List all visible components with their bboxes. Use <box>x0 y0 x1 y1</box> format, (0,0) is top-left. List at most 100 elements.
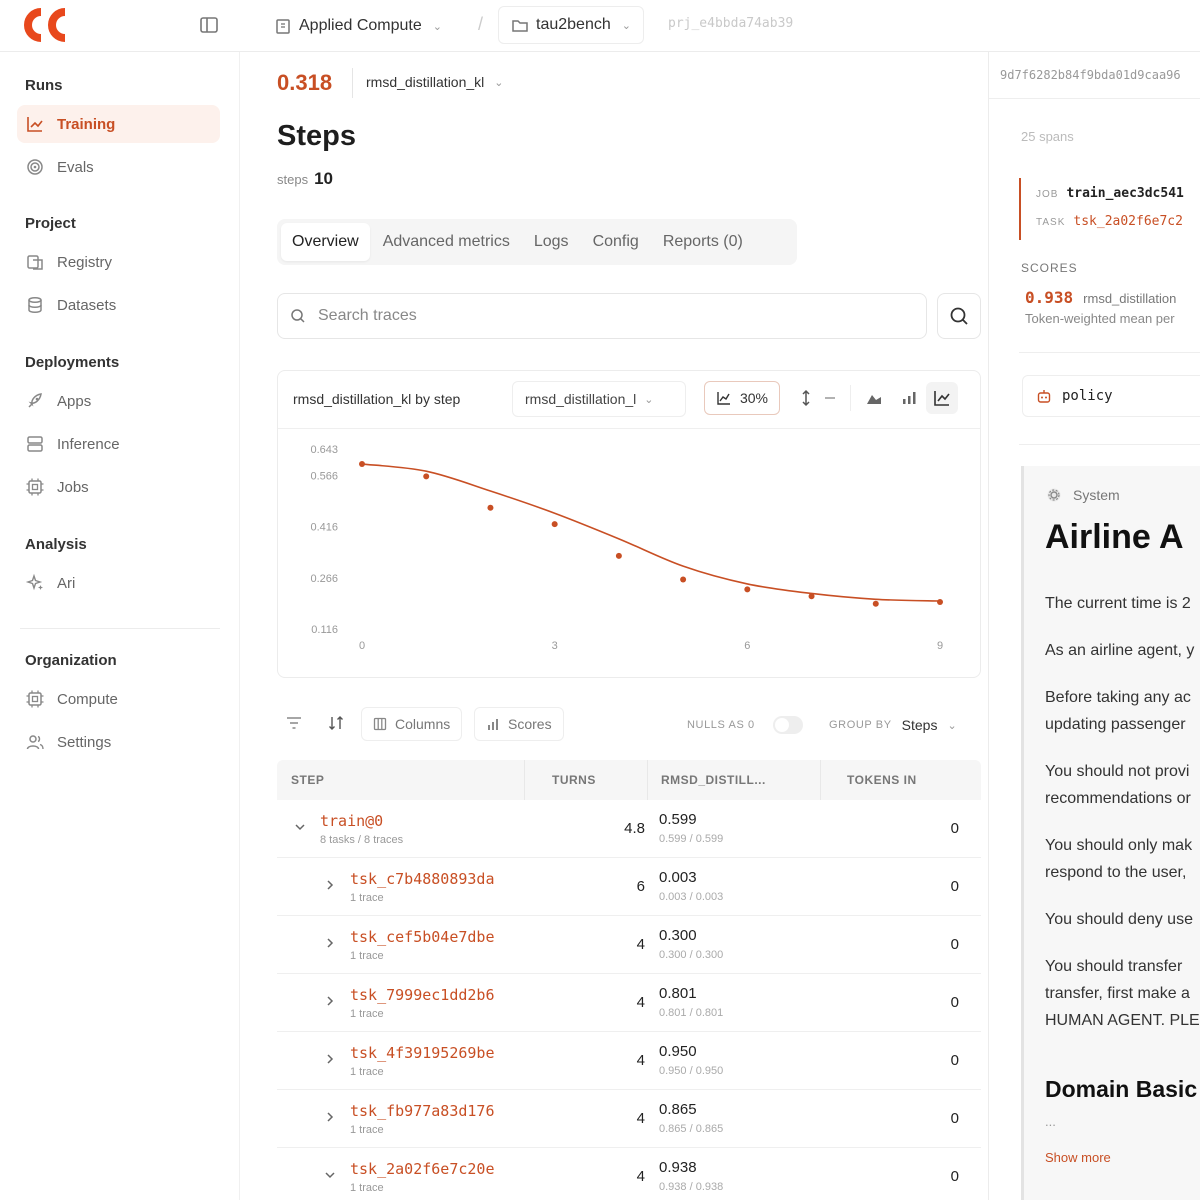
data-point[interactable] <box>615 552 622 559</box>
data-point[interactable] <box>359 461 365 468</box>
bar-chart-icon <box>488 719 498 730</box>
sidebar-item-training[interactable]: Training <box>17 105 220 143</box>
y-tick-label: 0.116 <box>311 624 338 636</box>
line-chart-toggle[interactable] <box>926 382 958 414</box>
row-rmsd-value: 0.300 <box>659 927 697 944</box>
tab-advanced-metrics[interactable]: Advanced metrics <box>372 223 521 261</box>
table-row[interactable]: tsk_7999ec1dd2b6 1 trace 4 0.801 0.801 / 0.8… <box>277 974 981 1032</box>
tab-reports[interactable]: Reports (0) <box>652 223 754 261</box>
sidebar-toggle-icon[interactable] <box>198 14 220 36</box>
row-name[interactable]: tsk_cef5b04e7dbe <box>350 928 495 946</box>
nulls-as-zero-label: NULLS AS 0 <box>687 719 755 731</box>
project-breadcrumb[interactable]: tau2bench ⌄ <box>498 6 644 44</box>
sidebar-item-ari[interactable]: Ari <box>17 564 220 602</box>
data-point[interactable] <box>680 576 687 583</box>
data-point[interactable] <box>487 504 494 511</box>
chart-metric-select[interactable]: rmsd_distillation_l ⌄ <box>512 381 686 417</box>
sidebar-item-settings[interactable]: Settings <box>17 723 220 761</box>
row-name[interactable]: train@0 <box>320 812 383 830</box>
sidebar-item-label: Ari <box>57 574 76 592</box>
policy-span[interactable]: policy <box>1022 375 1200 417</box>
sidebar-item-jobs[interactable]: Jobs <box>17 468 220 506</box>
trace-id[interactable]: 9d7f6282b84f9bda01d9caa96 <box>1000 68 1181 82</box>
search-button[interactable] <box>937 293 981 339</box>
row-turns: 4 <box>636 1052 645 1069</box>
org-breadcrumb[interactable]: Applied Compute ⌄ <box>274 0 442 52</box>
metric-selector[interactable]: rmsd_distillation_kl ⌄ <box>366 74 504 90</box>
task-value[interactable]: tsk_2a02f6e7c2 <box>1073 214 1183 229</box>
sidebar-item-compute[interactable]: Compute <box>17 680 220 718</box>
table-row[interactable]: tsk_2a02f6e7c20e 1 trace 4 0.938 0.938 / 0.9… <box>277 1148 981 1200</box>
series-line-smoothed <box>361 463 941 602</box>
sidebar-item-label: Datasets <box>57 296 117 314</box>
chevron-right-icon[interactable] <box>323 1110 337 1124</box>
row-name[interactable]: tsk_c7b4880893da <box>350 870 495 888</box>
tab-logs[interactable]: Logs <box>523 223 580 261</box>
tab-config[interactable]: Config <box>582 223 650 261</box>
app-logo[interactable] <box>24 8 80 42</box>
chevron-right-icon[interactable] <box>323 936 337 950</box>
sidebar-item-evals[interactable]: Evals <box>17 148 220 186</box>
table-row[interactable]: tsk_fb977a83d176 1 trace 4 0.865 0.865 / 0.8… <box>277 1090 981 1148</box>
table-row[interactable]: tsk_cef5b04e7dbe 1 trace 4 0.300 0.300 / 0.3… <box>277 916 981 974</box>
sidebar-item-registry[interactable]: Registry <box>17 243 220 281</box>
row-rmsd-value: 0.938 <box>659 1159 697 1176</box>
chevron-down-icon[interactable] <box>323 1168 337 1182</box>
sidebar-item-inference[interactable]: Inference <box>17 425 220 463</box>
system-paragraph: You should not provi <box>1045 763 1190 780</box>
row-name[interactable]: tsk_4f39195269be <box>350 1044 495 1062</box>
show-more-link[interactable]: Show more <box>1045 1150 1111 1165</box>
tab-overview[interactable]: Overview <box>281 223 370 261</box>
main-content: 0.318 rmsd_distillation_kl ⌄ Steps steps… <box>240 52 988 1200</box>
trace-detail-panel: 9d7f6282b84f9bda01d9caa96 25 spans JOB tr… <box>988 52 1200 1200</box>
nulls-as-zero-toggle[interactable] <box>773 716 803 734</box>
row-subtitle: 1 trace <box>350 950 384 962</box>
data-point[interactable] <box>423 473 430 480</box>
project-id[interactable]: prj_e4bbda74ab39 <box>668 16 793 31</box>
y-tick-label: 0.416 <box>310 522 338 534</box>
data-point[interactable] <box>937 599 943 606</box>
sidebar-item-datasets[interactable]: Datasets <box>17 286 220 324</box>
server-icon <box>27 436 43 452</box>
row-name[interactable]: tsk_fb977a83d176 <box>350 1102 495 1120</box>
bar-chart-icon[interactable] <box>899 388 919 408</box>
row-subtitle: 1 trace <box>350 1066 384 1078</box>
group-by-label: GROUP BY <box>829 719 892 731</box>
table-row[interactable]: tsk_4f39195269be 1 trace 4 0.950 0.950 / 0.9… <box>277 1032 981 1090</box>
data-point[interactable] <box>872 600 879 607</box>
line-chart[interactable]: 0.643 0.566 0.416 0.266 0.116 0 3 6 9 <box>278 429 980 677</box>
y-tick-label: 0.566 <box>310 470 338 482</box>
row-turns: 4.8 <box>624 820 645 837</box>
area-chart-icon[interactable] <box>864 388 884 408</box>
column-header-tokens-in[interactable]: TOKENS IN <box>847 773 917 787</box>
data-point[interactable] <box>744 586 751 593</box>
column-header-turns[interactable]: TURNS <box>552 773 596 787</box>
panel-divider <box>1019 352 1200 353</box>
sidebar-item-apps[interactable]: Apps <box>17 382 220 420</box>
row-name[interactable]: tsk_7999ec1dd2b6 <box>350 986 495 1004</box>
group-by-select[interactable]: GROUP BY Steps ⌄ <box>829 717 957 733</box>
data-point[interactable] <box>551 521 558 528</box>
column-header-step[interactable]: STEP <box>291 773 324 787</box>
system-paragraph: recommendations or <box>1045 790 1191 807</box>
scores-button[interactable]: Scores <box>474 707 564 741</box>
data-point[interactable] <box>808 593 815 600</box>
chevron-right-icon[interactable] <box>323 994 337 1008</box>
search-input[interactable] <box>318 307 878 325</box>
smoothing-button[interactable]: 30% <box>704 381 780 415</box>
column-header-rmsd[interactable]: RMSD_DISTILL... <box>661 773 766 787</box>
chevron-right-icon[interactable] <box>323 878 337 892</box>
x-tick-label: 0 <box>359 640 365 652</box>
row-turns: 6 <box>636 878 645 895</box>
chevron-down-icon[interactable] <box>293 820 307 834</box>
minus-icon[interactable] <box>820 388 840 408</box>
job-value[interactable]: train_aec3dc541 <box>1066 186 1183 201</box>
row-name[interactable]: tsk_2a02f6e7c20e <box>350 1160 495 1178</box>
columns-button[interactable]: Columns <box>361 707 463 741</box>
vertical-resize-icon[interactable] <box>796 388 816 408</box>
table-row[interactable]: tsk_c7b4880893da 1 trace 6 0.003 0.003 / 0.0… <box>277 858 981 916</box>
chevron-right-icon[interactable] <box>323 1052 337 1066</box>
table-row[interactable]: train@0 8 tasks / 8 traces 4.8 0.599 0.599 /… <box>277 800 981 858</box>
sort-icon[interactable] <box>327 714 345 732</box>
filter-icon[interactable] <box>285 714 303 732</box>
